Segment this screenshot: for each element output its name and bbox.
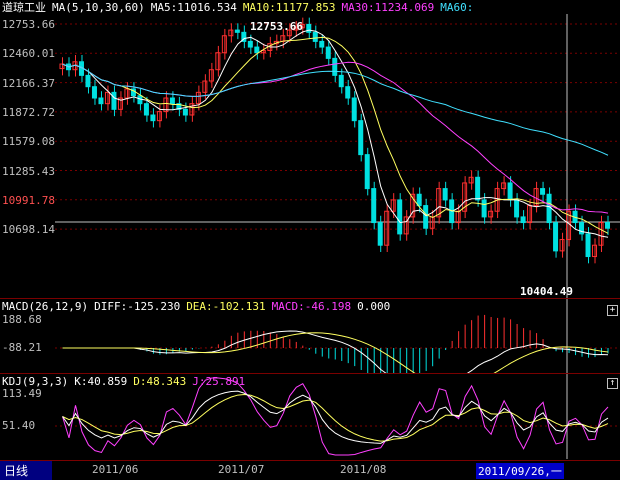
candle-body <box>351 97 357 122</box>
kdj-d: D:48.343 <box>133 375 187 388</box>
period-tab[interactable]: 日线 <box>0 461 52 480</box>
candle-body <box>91 86 97 99</box>
d-line <box>62 393 609 442</box>
candle-body <box>442 188 448 201</box>
candle-body <box>182 108 188 116</box>
kdj-j: J:25.891 <box>192 375 246 388</box>
kdj-axis-mid: 51.40 <box>2 419 36 432</box>
candle-body <box>585 233 591 258</box>
macd-value: MACD:-46.198 <box>271 300 352 313</box>
candle-body <box>169 97 175 105</box>
candle-body <box>111 91 117 110</box>
price-axis-label: 10698.14 <box>2 223 55 237</box>
candle-body <box>247 40 253 48</box>
stock-chart-window: 道琼工业 MA(5,10,30,60) MA5:11016.534 MA10:1117… <box>0 0 620 480</box>
kdj-k: K:40.859 <box>74 375 128 388</box>
macd-panel[interactable]: MACD(26,12,9) DIFF:-125.230 DEA:-102.131 MA… <box>0 299 620 374</box>
kdj-panel[interactable]: KDJ(9,3,3) K:40.859 D:48.343 J:25.891 113.4… <box>0 374 620 459</box>
date-axis-bar: 日线 2011/06 2011/07 2011/08 2011/09/26,一 <box>0 460 620 480</box>
ma30-value: MA30:11234.069 <box>341 1 435 14</box>
price-axis-label: 11285.43 <box>2 164 55 178</box>
candle-body <box>143 103 149 116</box>
candle-body <box>234 29 240 33</box>
candlestick-chart[interactable] <box>0 0 620 298</box>
symbol-name: 道琼工业 <box>2 1 46 14</box>
candle-body <box>325 46 331 59</box>
macd-plus-icon[interactable]: + <box>607 305 618 316</box>
price-axis-label: 10991.78 <box>2 193 55 207</box>
k-line <box>62 390 609 444</box>
candle-body <box>345 86 351 99</box>
candle-body <box>553 222 559 252</box>
price-axis-label: 11579.08 <box>2 135 55 149</box>
candle-body <box>475 176 481 201</box>
ma60-value: MA60: <box>440 1 474 14</box>
ma30-line <box>62 61 609 214</box>
high-price-label: 12753.66 <box>250 20 303 33</box>
cursor-date-label: 2011/09/26,一 <box>476 463 564 479</box>
ma10-value: MA10:11177.853 <box>242 1 336 14</box>
candle-body <box>254 46 260 54</box>
candle-body <box>358 120 364 156</box>
candle-body <box>540 188 546 195</box>
ma-title: MA(5,10,30,60) <box>52 1 145 14</box>
candle-body <box>520 216 526 224</box>
main-legend: 道琼工业 MA(5,10,30,60) MA5:11016.534 MA10:1117… <box>2 1 479 14</box>
candle-body <box>150 114 156 122</box>
candle-body <box>481 199 487 218</box>
candle-body <box>605 222 611 229</box>
candle-body <box>98 97 104 105</box>
price-axis-label: 12753.66 <box>2 18 55 31</box>
candle-body <box>312 31 318 42</box>
ma5-value: MA5:11016.534 <box>150 1 237 14</box>
macd-diff: DIFF:-125.230 <box>94 300 181 313</box>
date-label: 2011/08 <box>340 463 387 476</box>
kdj-axis-top: 113.49 <box>2 387 42 400</box>
candle-body <box>423 205 429 229</box>
candle-body <box>364 154 370 190</box>
candle-body <box>514 199 520 218</box>
price-panel[interactable]: 道琼工业 MA(5,10,30,60) MA5:11016.534 MA10:1117… <box>0 0 620 316</box>
candle-body <box>507 182 513 201</box>
date-label: 2011/07 <box>218 463 265 476</box>
date-label: 2011/06 <box>92 463 139 476</box>
candle-body <box>377 222 383 246</box>
macd-axis-mid: -88.21 <box>2 341 42 354</box>
candle-body <box>332 57 338 76</box>
candle-body <box>338 74 344 88</box>
macd-legend: MACD(26,12,9) DIFF:-125.230 DEA:-102.131 MA… <box>2 300 396 313</box>
low-price-label: 10404.49 <box>520 285 573 298</box>
macd-extra: 0.000 <box>357 300 391 313</box>
price-axis-label: 12460.01 <box>2 47 55 61</box>
kdj-up-icon[interactable]: ↑ <box>607 378 618 389</box>
candle-body <box>85 74 91 88</box>
price-axis-label: 12166.37 <box>2 76 55 90</box>
macd-axis-top: 188.68 <box>2 313 42 326</box>
candle-body <box>371 188 377 224</box>
candle-body <box>397 199 403 235</box>
macd-dea: DEA:-102.131 <box>186 300 266 313</box>
candle-body <box>546 193 552 224</box>
candle-body <box>416 193 422 207</box>
j-line <box>62 377 609 456</box>
macd-title: MACD(26,12,9) <box>2 300 89 313</box>
candle-body <box>306 23 312 33</box>
candle-body <box>319 40 325 48</box>
price-axis-label: 11872.72 <box>2 105 55 119</box>
